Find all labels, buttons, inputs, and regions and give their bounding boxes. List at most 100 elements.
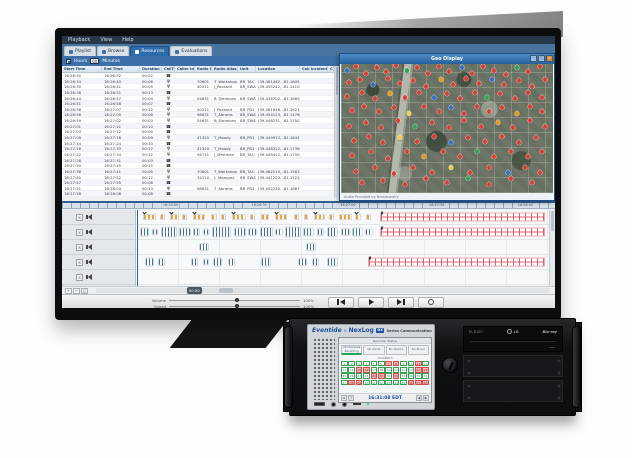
audio-segment[interactable] xyxy=(312,258,319,266)
map-pin[interactable] xyxy=(475,104,479,109)
channel-cell[interactable]: 16 xyxy=(363,367,370,372)
channel-cell[interactable]: 18 xyxy=(378,367,385,372)
map-pin[interactable] xyxy=(345,68,349,73)
map-pin[interactable] xyxy=(398,81,402,86)
map-pin[interactable] xyxy=(398,135,402,140)
column-header[interactable]: Caller Id xyxy=(175,66,195,72)
map-pin[interactable] xyxy=(364,71,368,76)
track-lanes[interactable] xyxy=(137,210,549,286)
map-pin[interactable] xyxy=(445,91,449,96)
audio-segment[interactable] xyxy=(193,228,200,236)
map-pin[interactable] xyxy=(373,165,377,170)
rack-handle-left[interactable] xyxy=(284,326,293,408)
map-pin[interactable] xyxy=(477,81,481,86)
map-pin[interactable] xyxy=(403,182,407,187)
map-pin[interactable] xyxy=(500,134,504,139)
channel-cell[interactable]: 47 xyxy=(415,380,422,385)
track-lane-1[interactable] xyxy=(137,210,549,225)
volume-knob[interactable] xyxy=(235,298,239,302)
map-pin[interactable] xyxy=(411,78,415,83)
map-pin[interactable] xyxy=(506,170,510,175)
map-pin[interactable] xyxy=(530,84,534,89)
audio-segment[interactable] xyxy=(275,214,287,220)
channel-cell[interactable]: 43 xyxy=(385,380,392,385)
column-header[interactable]: Radio Alias xyxy=(212,66,238,72)
timeline-ruler[interactable]: 16:26:0016:26:3016:27:0016:27:3016:28:00 xyxy=(62,201,555,209)
channel-cell[interactable]: 6 xyxy=(378,361,385,366)
speaker-icon[interactable] xyxy=(86,259,92,265)
map-pin[interactable] xyxy=(437,64,441,69)
map-pin[interactable] xyxy=(350,153,354,158)
channel-cell[interactable]: 37 xyxy=(341,380,348,385)
channel-cell[interactable]: 36 xyxy=(422,373,429,378)
audio-segment[interactable] xyxy=(260,227,273,237)
map-pin[interactable] xyxy=(511,125,515,130)
map-pin[interactable] xyxy=(487,165,491,170)
column-header[interactable]: Unit xyxy=(238,66,256,72)
track-lane-2[interactable] xyxy=(137,225,549,240)
channel-cell[interactable]: 28 xyxy=(363,373,370,378)
map-pin[interactable] xyxy=(475,149,479,154)
map-pin[interactable] xyxy=(502,82,506,87)
map-pin[interactable] xyxy=(479,124,483,129)
audio-segment[interactable] xyxy=(317,228,324,236)
map-pin[interactable] xyxy=(347,124,351,129)
map-pin[interactable] xyxy=(445,180,449,185)
channel-cell[interactable]: 20 xyxy=(393,367,400,372)
skip-back-button[interactable] xyxy=(328,297,354,308)
map-pin[interactable] xyxy=(345,94,349,99)
track-lane-4[interactable] xyxy=(137,255,549,270)
map-pin[interactable] xyxy=(437,109,441,114)
channel-cell[interactable]: 22 xyxy=(408,367,415,372)
track-lane-5[interactable] xyxy=(137,270,549,285)
map-pin[interactable] xyxy=(462,111,466,116)
channel-cell[interactable]: 48 xyxy=(422,380,429,385)
map-pin[interactable] xyxy=(517,140,521,145)
channel-cell[interactable]: 31 xyxy=(385,373,392,378)
lcd-status-button[interactable]: No Errors xyxy=(408,345,429,355)
map-pin[interactable] xyxy=(540,95,544,100)
map-pin[interactable] xyxy=(466,135,470,140)
map-pin[interactable] xyxy=(422,154,426,159)
audio-segment[interactable] xyxy=(294,214,300,220)
audio-segment[interactable] xyxy=(365,229,372,236)
remove-track-button[interactable]: × xyxy=(76,214,83,221)
table-scrollbar-thumb[interactable] xyxy=(336,67,338,95)
channel-cell[interactable]: 8 xyxy=(393,361,400,366)
audio-segment[interactable] xyxy=(380,213,545,222)
audio-segment[interactable] xyxy=(329,214,334,220)
channel-cell[interactable]: 46 xyxy=(408,380,415,385)
column-header[interactable]: Radio Id xyxy=(195,66,212,72)
channel-cell[interactable]: 17 xyxy=(371,367,378,372)
map-pin[interactable] xyxy=(403,95,407,100)
remove-track-button[interactable]: × xyxy=(76,274,83,281)
column-header[interactable]: CallType xyxy=(162,66,175,72)
map-pin[interactable] xyxy=(381,178,385,183)
map-pin[interactable] xyxy=(473,90,477,95)
tab-playlist[interactable]: Playlist xyxy=(64,46,96,56)
map-pin[interactable] xyxy=(430,120,434,125)
map-pin[interactable] xyxy=(468,170,472,175)
speaker-icon[interactable] xyxy=(86,229,92,235)
map-pin[interactable] xyxy=(451,82,455,87)
skip-forward-button[interactable] xyxy=(388,297,414,308)
map-pin[interactable] xyxy=(526,154,530,159)
timeline-zoom-button[interactable]: − xyxy=(73,288,80,294)
map-pin[interactable] xyxy=(394,64,398,68)
channel-cell[interactable]: 30 xyxy=(378,373,385,378)
channel-cell[interactable]: 26 xyxy=(348,373,355,378)
map-pin[interactable] xyxy=(441,149,445,154)
audio-segment[interactable] xyxy=(145,258,154,267)
channel-cell[interactable]: 40 xyxy=(363,380,370,385)
channel-cell[interactable]: 13 xyxy=(341,367,348,372)
tab-resources[interactable]: Resources xyxy=(130,46,169,56)
timeline-zoom-button[interactable]: □ xyxy=(81,288,88,294)
map-pin[interactable] xyxy=(362,104,366,109)
map-pin[interactable] xyxy=(360,180,364,185)
channel-cell[interactable]: 24 xyxy=(422,367,429,372)
timeline-vscrollbar[interactable] xyxy=(549,210,555,286)
map-pin[interactable] xyxy=(422,104,426,109)
speaker-icon[interactable] xyxy=(86,274,92,280)
map-pin[interactable] xyxy=(367,134,371,139)
map-pin[interactable] xyxy=(449,165,453,170)
